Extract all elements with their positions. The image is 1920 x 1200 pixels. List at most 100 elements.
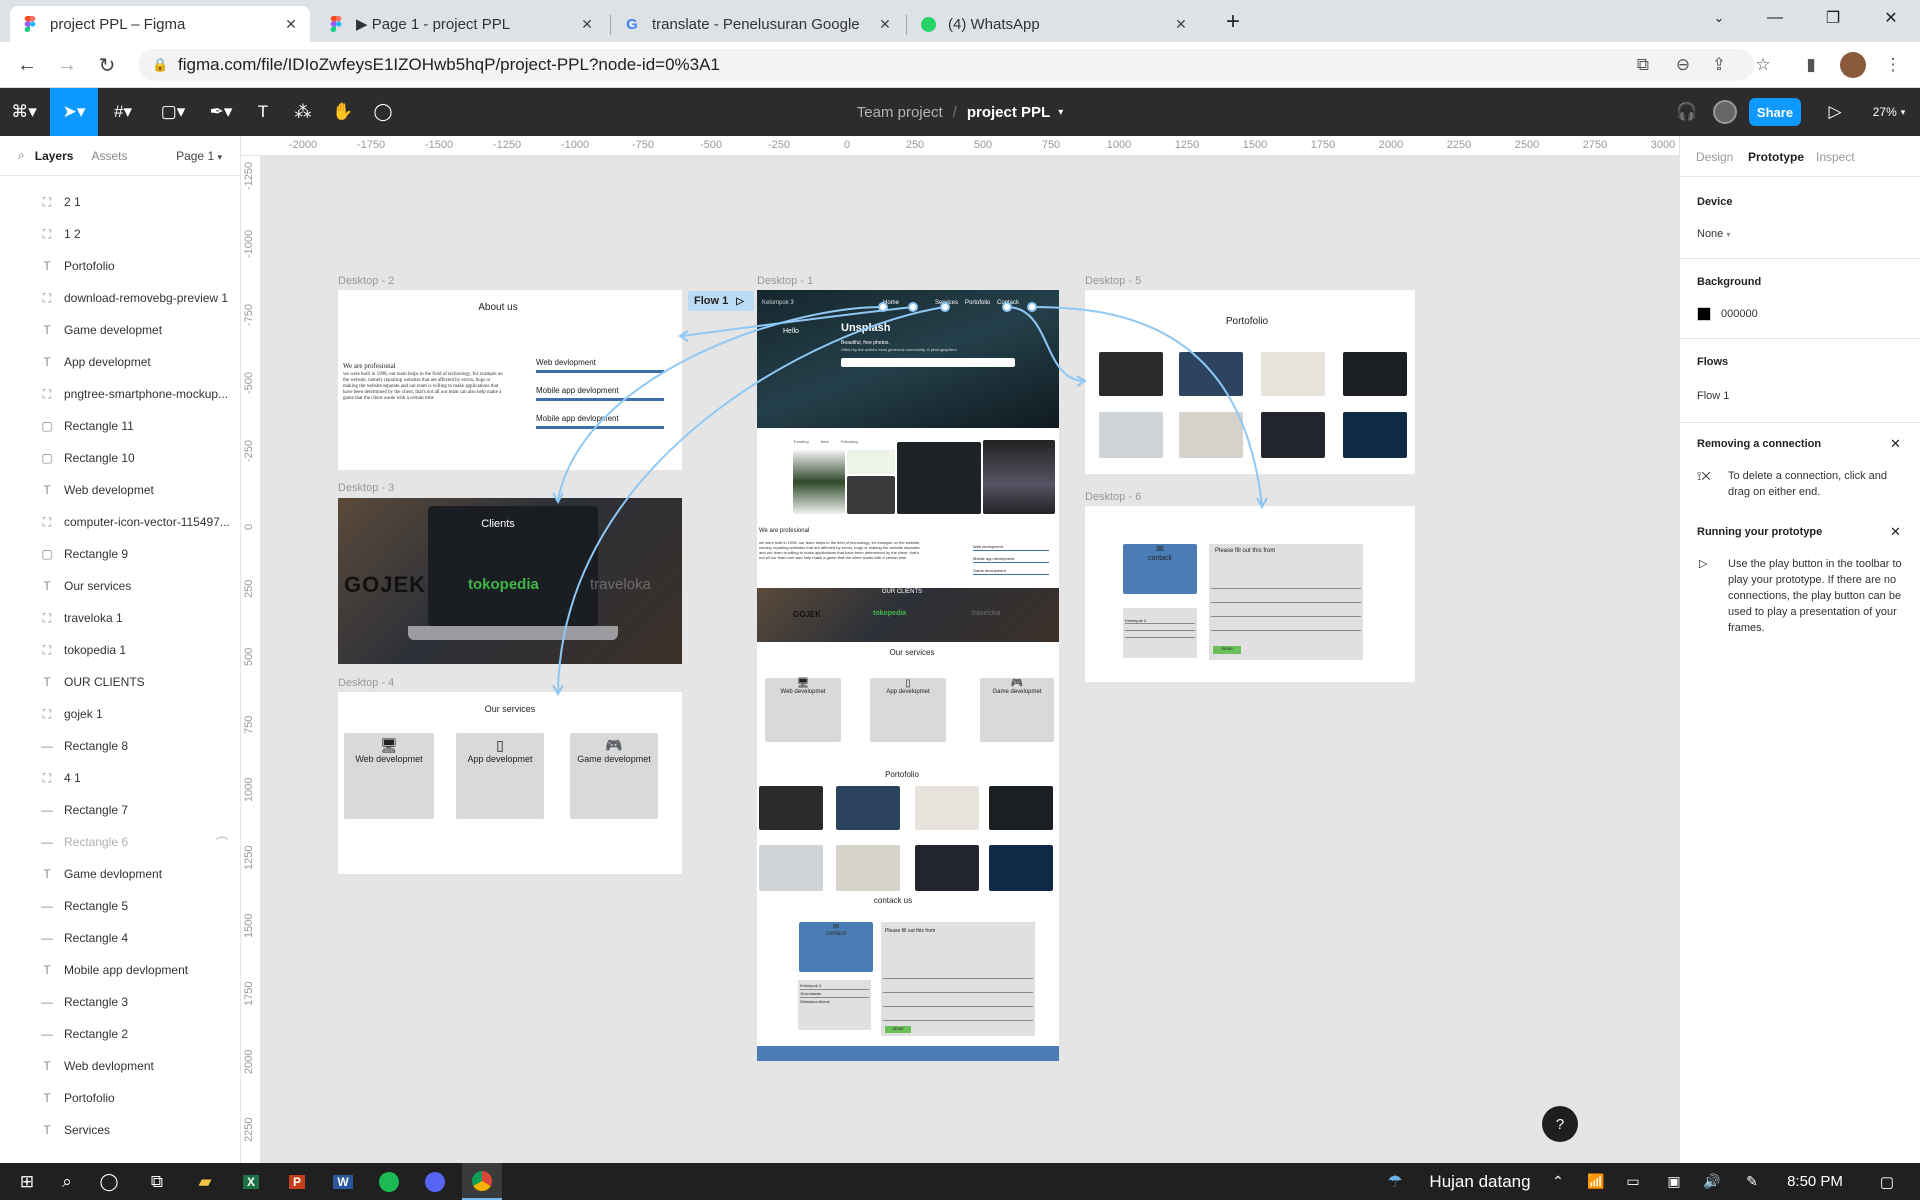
comment-tool-icon[interactable]: ◯ bbox=[366, 88, 400, 136]
layer-item[interactable]: ⛶ 2 1 bbox=[0, 186, 240, 218]
flow-item[interactable]: Flow 1 bbox=[1697, 388, 1729, 404]
network-icon[interactable]: 📶 bbox=[1584, 1163, 1608, 1200]
window-close-icon[interactable]: ✕ bbox=[1868, 0, 1914, 36]
notification-icon[interactable]: ▢ bbox=[1870, 1163, 1904, 1200]
file-explorer-icon[interactable]: ▰ bbox=[188, 1163, 222, 1200]
frame-label-desktop-5[interactable]: Desktop - 5 bbox=[1085, 275, 1141, 287]
flow-start-badge[interactable]: Flow 1 ▷ bbox=[688, 291, 754, 311]
reload-icon[interactable]: ↻ bbox=[92, 50, 122, 80]
frame-desktop-3[interactable]: Clients GOJEK tokopedia traveloka bbox=[338, 498, 682, 664]
layer-item[interactable]: ⛶ 1 2 bbox=[0, 218, 240, 250]
close-icon[interactable]: ✕ bbox=[1890, 436, 1901, 452]
spotify-icon[interactable] bbox=[372, 1163, 406, 1200]
tab-design[interactable]: Design bbox=[1696, 150, 1733, 164]
layer-item[interactable]: ▢ Rectangle 11 bbox=[0, 410, 240, 442]
layer-item[interactable]: T Portofolio bbox=[0, 1082, 240, 1114]
avatar[interactable] bbox=[1708, 88, 1742, 136]
layer-item[interactable]: ⛶ download-removebg-preview 1 bbox=[0, 282, 240, 314]
design-canvas[interactable]: Desktop - 2 About us We are profesional … bbox=[262, 156, 1679, 1163]
close-tab-icon[interactable]: ✕ bbox=[876, 15, 894, 33]
layer-item[interactable]: — Rectangle 5 bbox=[0, 890, 240, 922]
layer-item[interactable]: ▢ Rectangle 10 bbox=[0, 442, 240, 474]
frame-label-desktop-3[interactable]: Desktop - 3 bbox=[338, 482, 394, 494]
close-tab-icon[interactable]: ✕ bbox=[578, 15, 596, 33]
frame-desktop-6[interactable]: ✉ contack Kelompok 3 Please fill out thi… bbox=[1085, 506, 1415, 682]
layer-item[interactable]: T Web devlopment bbox=[0, 1050, 240, 1082]
search-icon[interactable]: ⌕ bbox=[18, 148, 25, 163]
share-page-icon[interactable]: ⇪ bbox=[1704, 50, 1734, 80]
layer-item[interactable]: ⛶ traveloka 1 bbox=[0, 602, 240, 634]
clock[interactable]: 8:50 PM bbox=[1780, 1163, 1850, 1200]
layer-item[interactable]: — Rectangle 6 ⌒ bbox=[0, 826, 240, 858]
team-name[interactable]: Team project bbox=[857, 104, 943, 121]
frame-desktop-5[interactable]: Portofolio bbox=[1085, 290, 1415, 474]
address-bar[interactable]: 🔒 figma.com/file/IDIoZwfeysE1IZOHwb5hqP/… bbox=[138, 49, 1754, 81]
layer-item[interactable]: T App developmet bbox=[0, 346, 240, 378]
close-icon[interactable]: ✕ bbox=[1890, 524, 1901, 540]
present-play-icon[interactable]: ▷ bbox=[1818, 88, 1852, 136]
frame-label-desktop-6[interactable]: Desktop - 6 bbox=[1085, 491, 1141, 503]
zoom-level[interactable]: 27% ▾ bbox=[1864, 88, 1914, 136]
layer-item[interactable]: T Game devlopment bbox=[0, 858, 240, 890]
forward-icon[interactable]: → bbox=[52, 50, 82, 80]
background-hex[interactable]: 000000 bbox=[1721, 306, 1758, 322]
layer-item[interactable]: T Our services bbox=[0, 570, 240, 602]
hand-tool-icon[interactable]: ✋ bbox=[326, 88, 360, 136]
layer-item[interactable]: T Mobile app devlopment bbox=[0, 954, 240, 986]
menu-kebab-icon[interactable]: ⋮ bbox=[1878, 50, 1908, 80]
weather-text[interactable]: Hujan datang bbox=[1420, 1163, 1540, 1200]
close-tab-icon[interactable]: ✕ bbox=[282, 15, 300, 33]
zoom-icon[interactable]: ⊖ bbox=[1668, 50, 1698, 80]
cortana-icon[interactable]: ◯ bbox=[92, 1163, 126, 1200]
meet-now-icon[interactable]: ▣ bbox=[1662, 1163, 1686, 1200]
frame-tool-icon[interactable]: #▾ bbox=[100, 88, 146, 136]
side-panel-icon[interactable]: ▮ bbox=[1796, 50, 1826, 80]
minimize-icon[interactable]: — bbox=[1752, 0, 1798, 36]
browser-tab-figma[interactable]: project PPL – Figma ✕ bbox=[10, 6, 310, 42]
move-tool-icon[interactable]: ➤▾ bbox=[50, 88, 98, 136]
discord-icon[interactable] bbox=[418, 1163, 452, 1200]
layer-item[interactable]: — Rectangle 3 bbox=[0, 986, 240, 1018]
layer-item[interactable]: T Portofolio bbox=[0, 250, 240, 282]
layer-item[interactable]: — Rectangle 7 bbox=[0, 794, 240, 826]
shape-tool-icon[interactable]: ▢▾ bbox=[150, 88, 196, 136]
tab-assets[interactable]: Assets bbox=[91, 149, 127, 163]
chevron-up-icon[interactable]: ⌃ bbox=[1546, 1163, 1570, 1200]
word-icon[interactable]: W bbox=[326, 1163, 360, 1200]
frame-label-desktop-4[interactable]: Desktop - 4 bbox=[338, 677, 394, 689]
layer-item[interactable]: ⛶ pngtree-smartphone-mockup... bbox=[0, 378, 240, 410]
new-tab-icon[interactable]: + bbox=[1210, 4, 1256, 40]
bookmark-star-icon[interactable]: ☆ bbox=[1748, 50, 1778, 80]
help-button[interactable]: ? bbox=[1542, 1106, 1578, 1142]
background-swatch[interactable] bbox=[1697, 307, 1711, 321]
play-icon[interactable]: ▷ bbox=[736, 296, 744, 307]
pen-workspace-icon[interactable]: ✎ bbox=[1740, 1163, 1764, 1200]
browser-tab-google[interactable]: G translate - Penelusuran Google ✕ bbox=[612, 6, 904, 42]
layer-item[interactable]: ⛶ tokopedia 1 bbox=[0, 634, 240, 666]
layer-item[interactable]: T Services bbox=[0, 1114, 240, 1146]
frame-desktop-1[interactable]: Kelompok 3 Home Services Portofolio Cont… bbox=[757, 290, 1059, 1061]
avatar[interactable] bbox=[1838, 50, 1868, 80]
excel-icon[interactable]: X bbox=[234, 1163, 268, 1200]
tab-prototype[interactable]: Prototype bbox=[1748, 150, 1804, 164]
layer-item[interactable]: — Rectangle 8 bbox=[0, 730, 240, 762]
powerpoint-icon[interactable]: P bbox=[280, 1163, 314, 1200]
close-tab-icon[interactable]: ✕ bbox=[1172, 15, 1190, 33]
battery-icon[interactable]: ▭ bbox=[1620, 1163, 1646, 1200]
file-name[interactable]: project PPL bbox=[967, 104, 1050, 121]
page-selector[interactable]: Page 1 ▾ bbox=[176, 149, 222, 163]
layer-item[interactable]: T Game developmet bbox=[0, 314, 240, 346]
layer-item[interactable]: ⛶ 4 1 bbox=[0, 762, 240, 794]
windows-start-icon[interactable]: ⊞ bbox=[10, 1163, 44, 1200]
share-button[interactable]: Share bbox=[1749, 98, 1801, 126]
hidden-eye-icon[interactable]: ⌒ bbox=[216, 834, 228, 851]
layer-item[interactable]: ⛶ computer-icon-vector-115497... bbox=[0, 506, 240, 538]
frame-desktop-2[interactable]: About us We are profesional we were buil… bbox=[338, 290, 682, 470]
chrome-icon[interactable] bbox=[462, 1163, 502, 1200]
volume-icon[interactable]: 🔊 bbox=[1700, 1163, 1724, 1200]
layer-item[interactable]: ▢ Rectangle 9 bbox=[0, 538, 240, 570]
layer-item[interactable]: ⛶ gojek 1 bbox=[0, 698, 240, 730]
frame-label-desktop-1[interactable]: Desktop - 1 bbox=[757, 275, 813, 287]
install-icon[interactable]: ⧉ bbox=[1628, 50, 1658, 80]
back-icon[interactable]: ← bbox=[12, 50, 42, 80]
